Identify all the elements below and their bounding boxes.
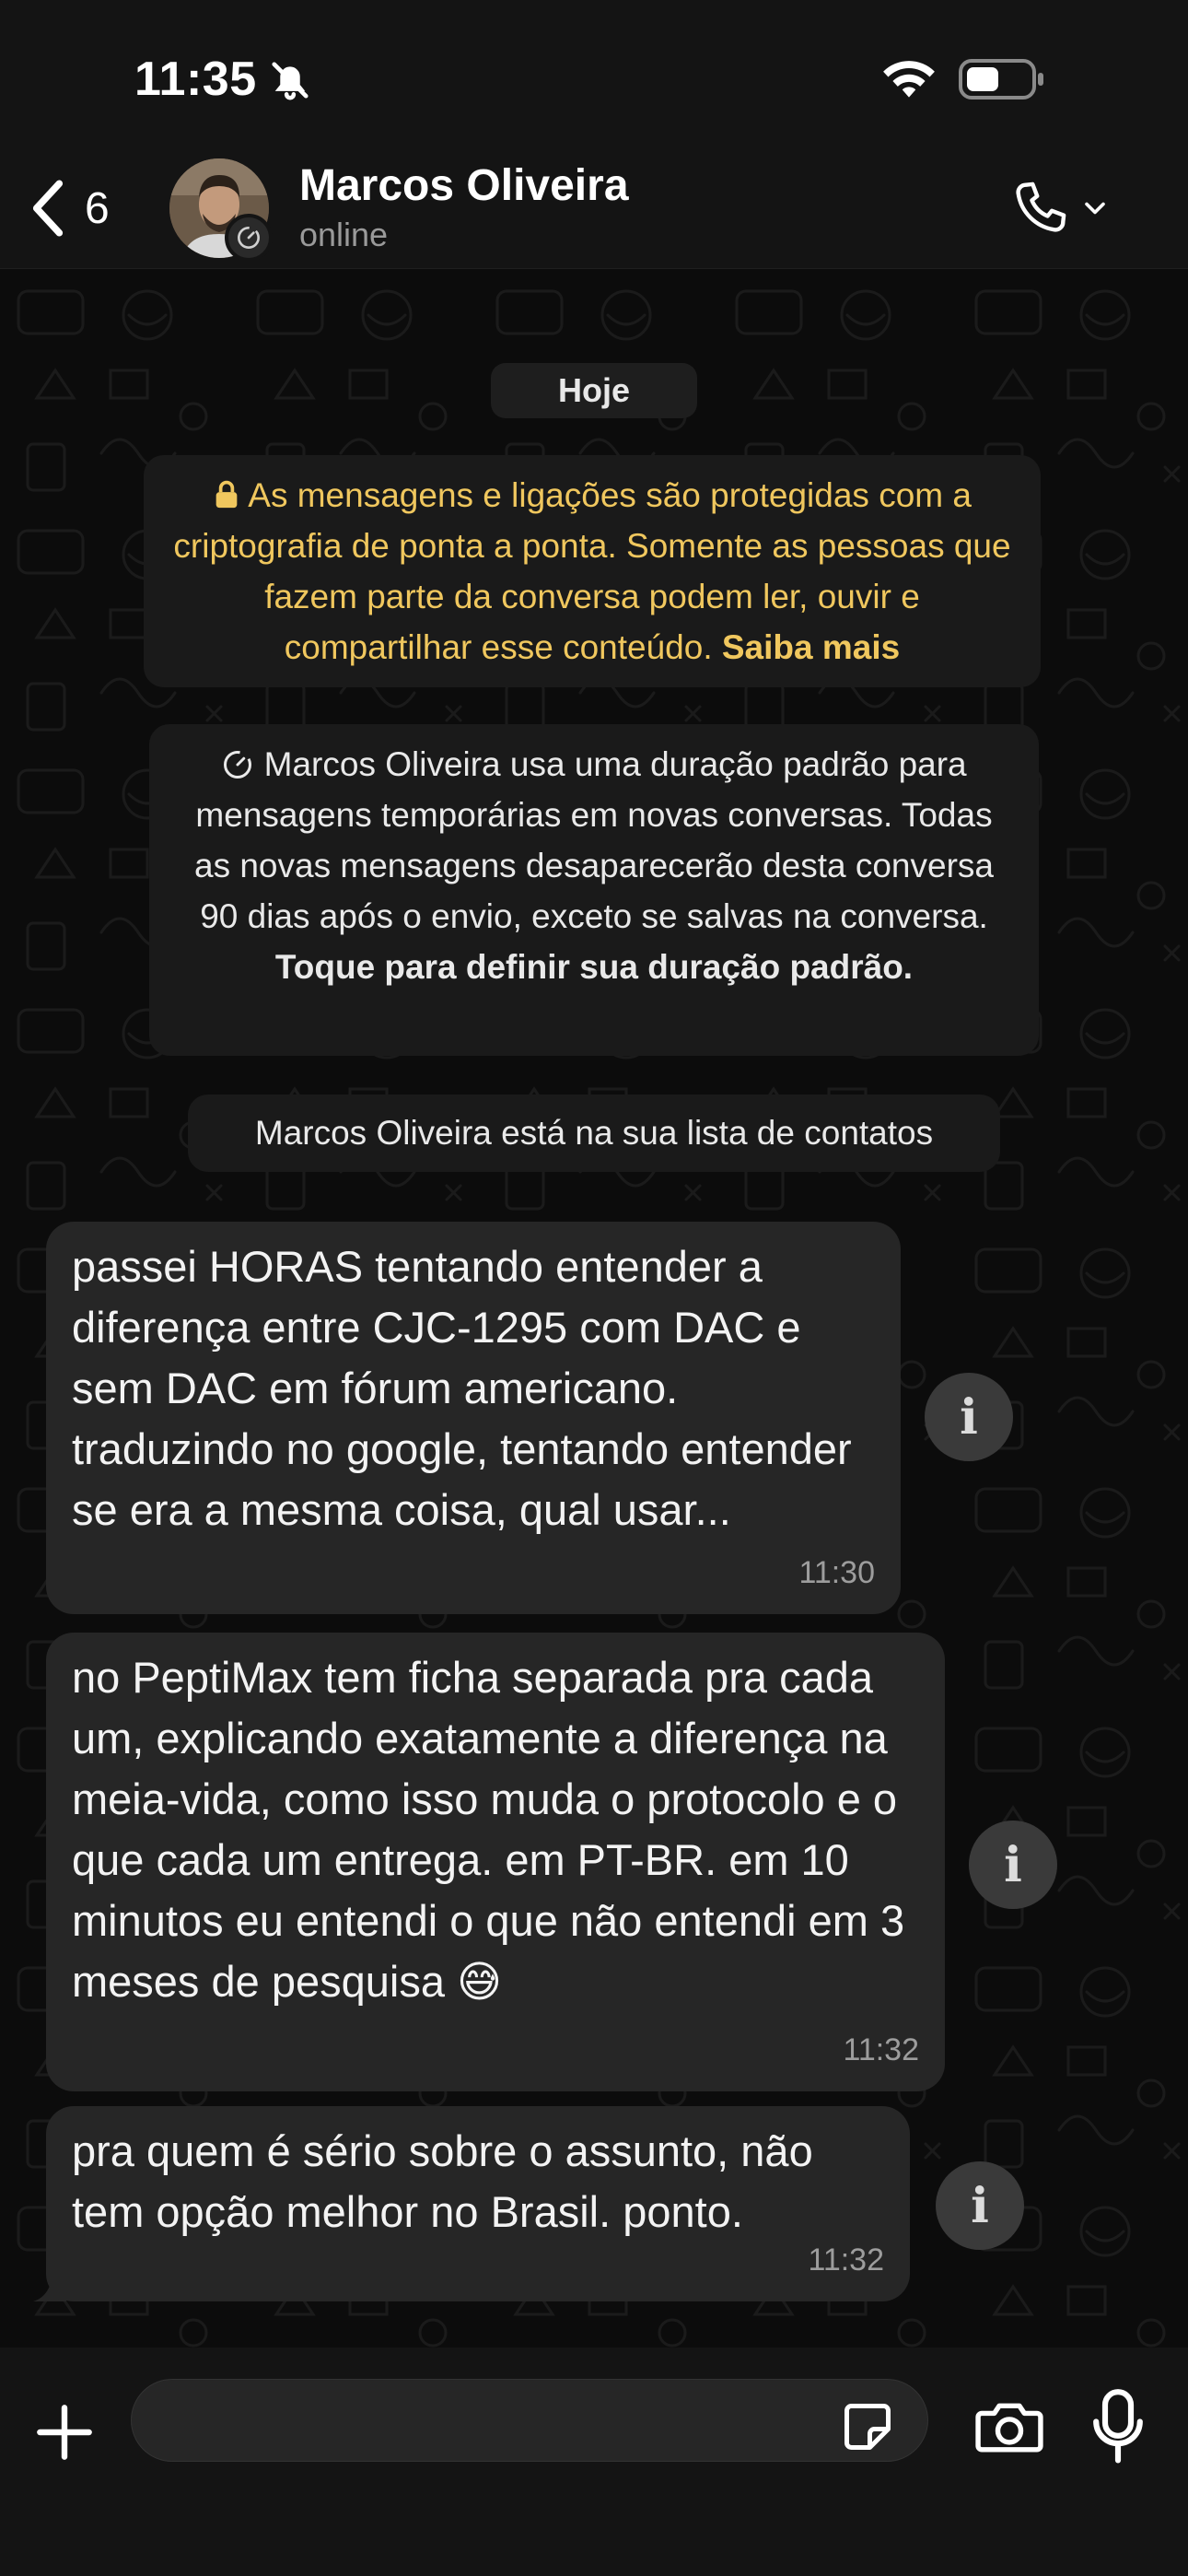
date-separator: Hoje	[491, 363, 697, 418]
encryption-notice[interactable]: As mensagens e ligações são protegidas c…	[144, 455, 1041, 687]
info-button[interactable]: i	[969, 1821, 1057, 1909]
chat-area[interactable]: Hoje As mensagens e ligações são protegi…	[0, 269, 1188, 2348]
incoming-message[interactable]: pra quem é sério sobre o assunto, não te…	[33, 2106, 910, 2301]
message-input[interactable]	[131, 2379, 928, 2462]
phone-icon	[1016, 181, 1066, 232]
plus-icon[interactable]	[35, 2403, 94, 2462]
message-text: passei HORAS tentando entender a diferen…	[72, 1242, 852, 1534]
whatsapp-chat-screen: 11:35 6 Marcos Oliveira online Hoje As m…	[0, 0, 1188, 2576]
chevron-left-icon	[32, 180, 64, 237]
info-icon: i	[1004, 1836, 1022, 1893]
message-text: no PeptiMax tem ficha separada pra cada …	[72, 1653, 905, 2006]
learn-more-link[interactable]: Saiba mais	[722, 628, 900, 666]
microphone-icon[interactable]	[1092, 2388, 1144, 2465]
back-button[interactable]: 6	[28, 175, 110, 241]
call-button[interactable]	[1009, 173, 1120, 243]
bell-off-icon	[272, 62, 309, 100]
incoming-message[interactable]: no PeptiMax tem ficha separada pra cada …	[46, 1633, 945, 2091]
wifi-icon	[883, 61, 935, 98]
set-default-duration-link[interactable]: Toque para definir sua duração padrão.	[275, 948, 913, 986]
contact-status: online	[299, 216, 389, 253]
disappearing-timer-badge	[225, 214, 273, 262]
chevron-down-icon	[1085, 202, 1105, 215]
info-icon: i	[971, 2177, 989, 2234]
lock-icon	[215, 480, 238, 509]
disappearing-notice-text: Marcos Oliveira usa uma duração padrão p…	[194, 745, 994, 935]
message-composer	[0, 2348, 1188, 2576]
timer-icon	[224, 751, 252, 779]
contact-name[interactable]: Marcos Oliveira	[299, 160, 629, 211]
disappearing-messages-notice[interactable]: Marcos Oliveira usa uma duração padrão p…	[149, 724, 1039, 1056]
chat-header: 6 Marcos Oliveira online	[0, 147, 1188, 269]
message-text: pra quem é sério sobre o assunto, não te…	[72, 2126, 813, 2236]
camera-icon[interactable]	[974, 2395, 1044, 2456]
unread-count: 6	[85, 183, 110, 233]
info-button[interactable]: i	[936, 2161, 1024, 2250]
message-time: 11:32	[808, 2242, 884, 2277]
timer-icon	[238, 227, 260, 249]
info-icon: i	[960, 1388, 978, 1446]
message-time: 11:30	[798, 1555, 875, 1590]
battery-icon	[959, 59, 1043, 100]
bubble-tail	[33, 2268, 66, 2301]
status-bar: 11:35	[0, 0, 1188, 147]
status-time: 11:35	[134, 53, 257, 106]
incoming-message[interactable]: passei HORAS tentando entender a diferen…	[46, 1222, 901, 1614]
contact-notice: Marcos Oliveira está na sua lista de con…	[188, 1095, 1000, 1172]
sticker-icon[interactable]	[840, 2399, 895, 2454]
message-time: 11:32	[843, 2032, 919, 2067]
info-button[interactable]: i	[925, 1373, 1013, 1461]
